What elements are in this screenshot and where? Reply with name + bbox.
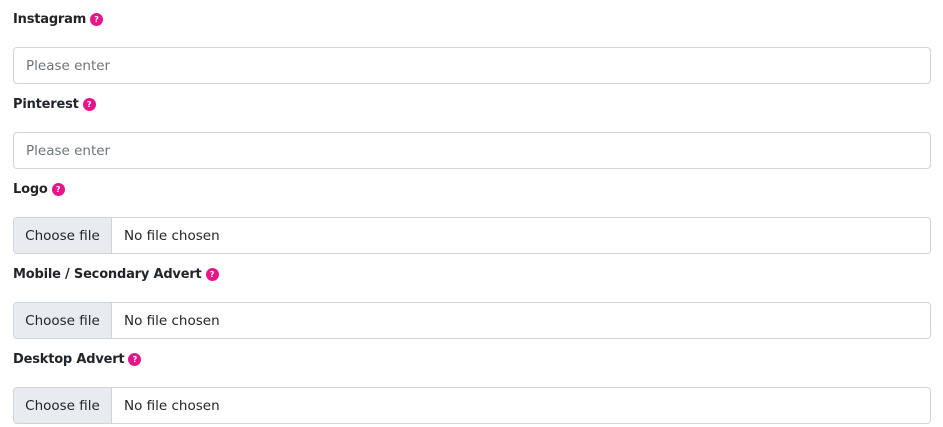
settings-form: Instagram ? Pinterest ? Logo ? Choose fi… [0,0,943,427]
pinterest-field-group: Pinterest ? [13,95,931,169]
mobile-advert-label: Mobile / Secondary Advert [13,266,202,282]
instagram-label-row: Instagram ? [13,10,931,28]
logo-field-group: Logo ? Choose file No file chosen [13,180,931,254]
desktop-advert-label-row: Desktop Advert ? [13,350,931,368]
desktop-advert-file-input[interactable]: Choose file No file chosen [13,387,931,424]
file-status-text: No file chosen [124,397,220,414]
pinterest-input[interactable] [13,132,931,169]
mobile-advert-file-input[interactable]: Choose file No file chosen [13,302,931,339]
logo-file-input[interactable]: Choose file No file chosen [13,217,931,254]
choose-file-button[interactable]: Choose file [14,388,112,423]
instagram-input[interactable] [13,47,931,84]
mobile-advert-label-row: Mobile / Secondary Advert ? [13,265,931,283]
help-icon[interactable]: ? [82,97,96,111]
help-icon[interactable]: ? [51,182,65,196]
logo-label: Logo [13,181,48,197]
choose-file-button[interactable]: Choose file [14,303,112,338]
help-icon[interactable]: ? [90,12,104,26]
instagram-field-group: Instagram ? [13,10,931,84]
help-icon[interactable]: ? [128,352,142,366]
file-status-text: No file chosen [124,227,220,244]
file-status-text: No file chosen [124,312,220,329]
choose-file-button[interactable]: Choose file [14,218,112,253]
pinterest-label-row: Pinterest ? [13,95,931,113]
desktop-advert-field-group: Desktop Advert ? Choose file No file cho… [13,350,931,424]
pinterest-label: Pinterest [13,96,79,112]
mobile-advert-field-group: Mobile / Secondary Advert ? Choose file … [13,265,931,339]
instagram-label: Instagram [13,11,87,27]
logo-label-row: Logo ? [13,180,931,198]
desktop-advert-label: Desktop Advert [13,351,125,367]
help-icon[interactable]: ? [205,267,219,281]
